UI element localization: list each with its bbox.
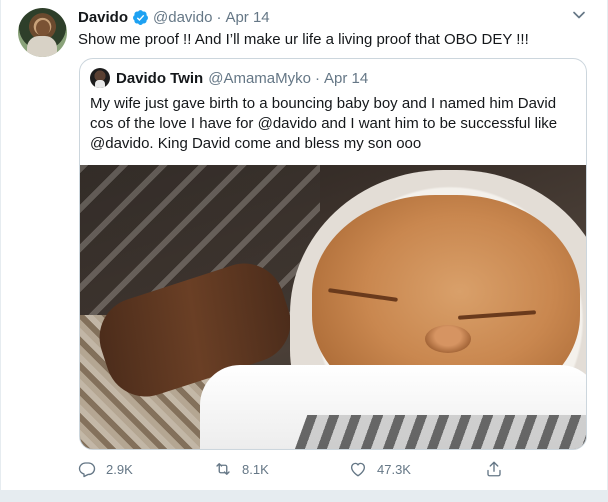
quoted-header-separator: · — [314, 69, 320, 87]
quoted-author-avatar — [90, 68, 110, 88]
quoted-author-handle: @AmamaMyko — [208, 69, 311, 87]
timeline-divider — [0, 490, 608, 502]
quoted-author-name: Davido Twin — [116, 69, 204, 87]
retweet-button[interactable]: 8.1K — [214, 460, 269, 478]
quoted-tweet-photo[interactable] — [80, 165, 586, 449]
quoted-tweet[interactable]: Davido Twin @AmamaMyko · Apr 14 My wife … — [79, 58, 587, 450]
tweet-date[interactable]: Apr 14 — [225, 9, 269, 26]
tweet-text: Show me proof !! And I’ll make ur life a… — [78, 31, 529, 48]
header-separator: · — [216, 8, 222, 26]
avatar-face — [36, 20, 50, 36]
retweet-icon — [216, 463, 230, 475]
like-button[interactable]: 47.3K — [349, 460, 411, 478]
tweet-header: Davido @davido · Apr 14 — [78, 7, 270, 27]
avatar-shirt — [27, 36, 57, 57]
author-avatar[interactable] — [18, 8, 67, 57]
retweet-count: 8.1K — [242, 461, 269, 477]
author-name[interactable]: Davido — [78, 9, 128, 26]
tweet-card[interactable]: Davido @davido · Apr 14 Show me proof !!… — [0, 0, 608, 490]
photo-striped-fabric — [292, 415, 586, 449]
quoted-tweet-text: My wife just gave birth to a bouncing ba… — [90, 95, 558, 152]
verified-badge-icon — [133, 9, 148, 25]
reply-button[interactable]: 2.9K — [78, 460, 133, 478]
share-button[interactable] — [485, 460, 513, 478]
reply-icon — [78, 462, 96, 478]
share-icon — [487, 461, 501, 477]
like-count: 47.3K — [377, 461, 411, 477]
quoted-tweet-date: Apr 14 — [323, 69, 369, 87]
heart-icon — [350, 462, 366, 477]
quoted-tweet-header: Davido Twin @AmamaMyko · Apr 14 — [90, 68, 368, 88]
reply-count: 2.9K — [106, 461, 133, 477]
tweet-actions: 2.9K 8.1K 47.3K — [78, 458, 518, 480]
photo-baby-nose — [425, 325, 471, 353]
author-handle[interactable]: @davido — [153, 9, 212, 26]
chevron-down-icon[interactable] — [569, 5, 589, 25]
